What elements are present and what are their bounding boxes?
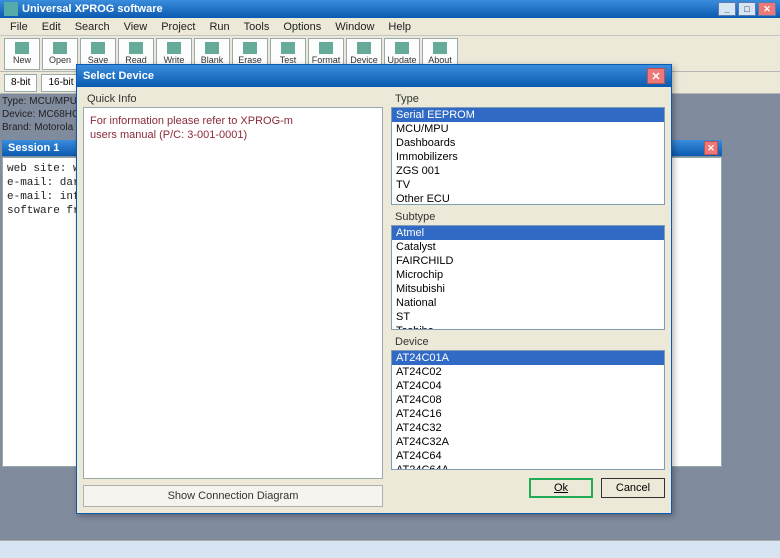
read-icon	[129, 42, 143, 54]
menubar: File Edit Search View Project Run Tools …	[0, 18, 780, 36]
list-item[interactable]: AT24C32A	[392, 435, 664, 449]
app-icon	[4, 2, 18, 16]
bitmode-8[interactable]: 8-bit	[4, 74, 37, 92]
write-icon	[167, 42, 181, 54]
session-close-button[interactable]: ✕	[704, 141, 718, 155]
test-icon	[281, 42, 295, 54]
dialog-right: Type Serial EEPROMMCU/MPUDashboardsImmob…	[391, 93, 665, 507]
quick-info-box: For information please refer to XPROG-m …	[83, 107, 383, 479]
list-item[interactable]: AT24C64A	[392, 463, 664, 470]
subtype-listbox[interactable]: AtmelCatalystFAIRCHILDMicrochipMitsubish…	[391, 225, 665, 330]
menu-tools[interactable]: Tools	[238, 20, 276, 34]
list-item[interactable]: ZGS 001	[392, 164, 664, 178]
list-item[interactable]: Other ECU	[392, 192, 664, 205]
minimize-button[interactable]: _	[718, 2, 736, 16]
menu-search[interactable]: Search	[69, 20, 116, 34]
ok-button[interactable]: Ok	[529, 478, 593, 498]
list-item[interactable]: National	[392, 296, 664, 310]
open-icon	[53, 42, 67, 54]
quick-info-label: Quick Info	[83, 93, 383, 105]
tb-open[interactable]: Open	[42, 38, 78, 70]
menu-project[interactable]: Project	[155, 20, 201, 34]
list-item[interactable]: MCU/MPU	[392, 122, 664, 136]
tb-new-label: New	[13, 55, 31, 65]
show-connection-diagram-button[interactable]: Show Connection Diagram	[83, 485, 383, 507]
list-item[interactable]: AT24C16	[392, 407, 664, 421]
dialog-title: Select Device	[83, 70, 647, 82]
menu-view[interactable]: View	[118, 20, 154, 34]
tb-open-label: Open	[49, 55, 71, 65]
list-item[interactable]: Atmel	[392, 226, 664, 240]
select-device-dialog: Select Device ✕ Quick Info For informati…	[76, 64, 672, 514]
list-item[interactable]: Catalyst	[392, 240, 664, 254]
list-item[interactable]: AT24C04	[392, 379, 664, 393]
list-item[interactable]: FAIRCHILD	[392, 254, 664, 268]
list-item[interactable]: AT24C08	[392, 393, 664, 407]
cancel-button[interactable]: Cancel	[601, 478, 665, 498]
menu-run[interactable]: Run	[203, 20, 235, 34]
about-icon	[433, 42, 447, 54]
list-item[interactable]: Toshiba	[392, 324, 664, 330]
quick-info-line: users manual (P/C: 3-001-0001)	[90, 128, 376, 142]
menu-window[interactable]: Window	[329, 20, 380, 34]
dialog-close-button[interactable]: ✕	[647, 68, 665, 84]
dialog-buttons: Ok Cancel	[391, 478, 665, 498]
list-item[interactable]: ST	[392, 310, 664, 324]
maximize-button[interactable]: □	[738, 2, 756, 16]
menu-edit[interactable]: Edit	[36, 20, 67, 34]
menu-help[interactable]: Help	[382, 20, 417, 34]
list-item[interactable]: Mitsubishi	[392, 282, 664, 296]
list-item[interactable]: Immobilizers	[392, 150, 664, 164]
list-item[interactable]: AT24C02	[392, 365, 664, 379]
update-icon	[395, 42, 409, 54]
app-title: Universal XPROG software	[22, 3, 718, 15]
new-icon	[15, 42, 29, 54]
tb-new[interactable]: New	[4, 38, 40, 70]
app-window: Universal XPROG software _ □ ✕ File Edit…	[0, 0, 780, 558]
taskbar	[0, 540, 780, 558]
list-item[interactable]: AT24C01A	[392, 351, 664, 365]
dialog-body: Quick Info For information please refer …	[77, 87, 671, 513]
list-item[interactable]: AT24C32	[392, 421, 664, 435]
list-item[interactable]: TV	[392, 178, 664, 192]
list-item[interactable]: AT24C64	[392, 449, 664, 463]
titlebar: Universal XPROG software _ □ ✕	[0, 0, 780, 18]
bitmode-16[interactable]: 16-bit	[41, 74, 80, 92]
close-button[interactable]: ✕	[758, 2, 776, 16]
ok-label: Ok	[554, 482, 568, 494]
device-label: Device	[391, 336, 665, 348]
list-item[interactable]: Dashboards	[392, 136, 664, 150]
blank-icon	[205, 42, 219, 54]
save-icon	[91, 42, 105, 54]
menu-options[interactable]: Options	[277, 20, 327, 34]
type-group: Type Serial EEPROMMCU/MPUDashboardsImmob…	[391, 93, 665, 205]
quick-info-line: For information please refer to XPROG-m	[90, 114, 376, 128]
device-listbox[interactable]: AT24C01AAT24C02AT24C04AT24C08AT24C16AT24…	[391, 350, 665, 470]
list-item[interactable]: Serial EEPROM	[392, 108, 664, 122]
type-label: Type	[391, 93, 665, 105]
menu-file[interactable]: File	[4, 20, 34, 34]
session-title: Session 1	[8, 142, 59, 154]
subtype-label: Subtype	[391, 211, 665, 223]
type-listbox[interactable]: Serial EEPROMMCU/MPUDashboardsImmobilize…	[391, 107, 665, 205]
format-icon	[319, 42, 333, 54]
list-item[interactable]: Microchip	[392, 268, 664, 282]
device-group: Device AT24C01AAT24C02AT24C04AT24C08AT24…	[391, 336, 665, 470]
device-icon	[357, 42, 371, 54]
dialog-titlebar: Select Device ✕	[77, 65, 671, 87]
window-buttons: _ □ ✕	[718, 2, 776, 16]
subtype-group: Subtype AtmelCatalystFAIRCHILDMicrochipM…	[391, 211, 665, 330]
erase-icon	[243, 42, 257, 54]
dialog-left: Quick Info For information please refer …	[83, 93, 383, 507]
